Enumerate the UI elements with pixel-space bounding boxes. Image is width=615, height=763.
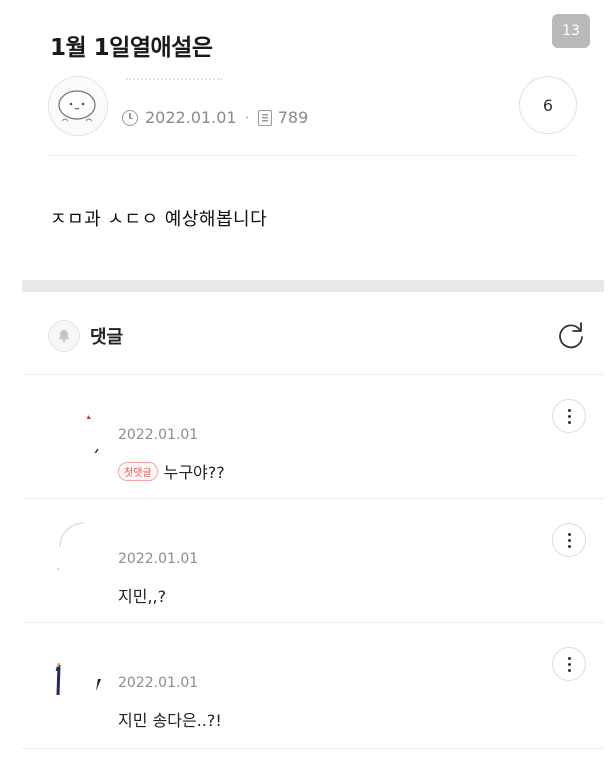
comment-text: 지민 송다은..?! <box>118 711 222 730</box>
comment-date: 2022.01.01 <box>118 551 199 567</box>
clock-icon <box>122 109 138 126</box>
comment-date: 2022.01.01 <box>118 675 199 691</box>
more-vertical-icon[interactable] <box>552 523 586 557</box>
comment-item: 2022.01.01 지민 송다은..?! <box>22 622 604 747</box>
comments-title: 댓글 <box>90 327 124 348</box>
more-vertical-icon[interactable] <box>552 399 586 433</box>
divider <box>48 155 578 156</box>
post-title: 1월 1일열애설은 <box>50 35 213 61</box>
section-separator <box>22 280 604 292</box>
comment-text-row: 지민 송다은..?! <box>118 707 222 731</box>
comment-item: 2022.01.01 지민,,? <box>22 498 604 623</box>
comment-avatar[interactable] <box>50 393 110 456</box>
comment-text: 지민,,? <box>118 587 167 606</box>
post-body: ㅈㅁ과 ㅅㄷㅇ 예상해봅니다 <box>50 209 268 230</box>
comment-text: 누구야?? <box>163 463 225 482</box>
post-views: 789 <box>277 108 309 127</box>
refresh-icon[interactable] <box>554 318 588 352</box>
comment-count-button[interactable]: 6 <box>519 76 577 134</box>
comment-date: 2022.01.01 <box>118 427 199 443</box>
post-date: 2022.01.01 <box>145 108 237 127</box>
post-author-row: 2022.01.01 · 789 6 <box>48 76 578 136</box>
document-icon <box>257 109 272 126</box>
comment-item: 2022.01.01 첫댓글 누구야?? <box>22 374 604 499</box>
more-vertical-icon[interactable] <box>552 647 586 681</box>
author-avatar[interactable] <box>48 76 108 136</box>
author-name-obscured <box>126 78 222 86</box>
comments-header: 댓글 <box>48 318 588 354</box>
comment-text-row: 첫댓글 누구야?? <box>118 459 225 483</box>
first-comment-badge: 첫댓글 <box>118 461 158 481</box>
page-number-badge: 13 <box>552 14 590 48</box>
bell-icon[interactable] <box>48 320 80 352</box>
comment-avatar[interactable] <box>50 517 110 577</box>
divider <box>22 748 604 749</box>
meta-separator: · <box>244 108 250 127</box>
comment-avatar[interactable] <box>50 641 110 701</box>
comment-text-row: 지민,,? <box>118 583 166 607</box>
post-meta: 2022.01.01 · 789 <box>122 108 308 127</box>
